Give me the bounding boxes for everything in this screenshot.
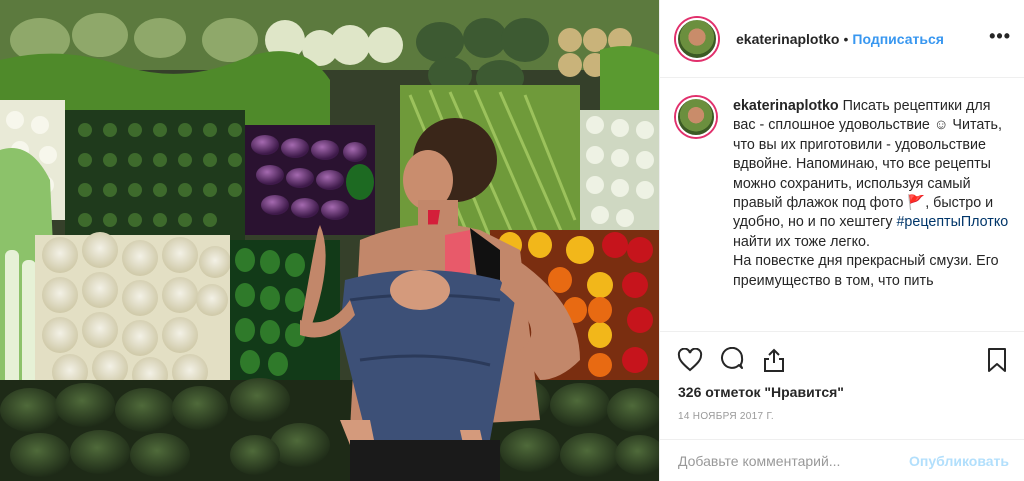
caption-author-avatar[interactable]	[676, 97, 716, 137]
photo-illustration	[0, 0, 659, 481]
author-avatar[interactable]	[676, 17, 718, 60]
follow-button[interactable]: Подписаться	[852, 31, 944, 47]
publish-button[interactable]: Опубликовать	[909, 453, 1009, 469]
post-side-panel: ekaterinaplotko • Подписаться ••• ekater…	[659, 0, 1024, 481]
action-icons	[676, 346, 788, 374]
bookmark-icon[interactable]	[983, 346, 1011, 374]
author-username[interactable]: ekaterinaplotko	[736, 31, 839, 47]
likes-count[interactable]: 326 отметок "Нравится"	[678, 384, 844, 400]
comments-list[interactable]: ekaterinaplotko Писать рецептики для вас…	[660, 79, 1024, 331]
caption-username[interactable]: ekaterinaplotko	[733, 98, 839, 114]
post-date[interactable]: 14 НОЯБРЯ 2017 Г.	[678, 411, 774, 422]
caption-text: ekaterinaplotko Писать рецептики для вас…	[733, 97, 1009, 291]
flag-emoji: 🚩	[907, 195, 926, 212]
caption-text-part4: На повестке дня прекрасный смузи. Его пр…	[733, 253, 999, 289]
separator-dot: •	[843, 30, 849, 47]
share-icon[interactable]	[760, 346, 788, 374]
comment-input[interactable]	[678, 452, 910, 469]
hashtag-link[interactable]: #рецептыПлотко	[896, 214, 1008, 230]
add-comment-bar: Опубликовать	[660, 439, 1024, 481]
heart-icon[interactable]	[676, 346, 704, 374]
caption-comment: ekaterinaplotko Писать рецептики для вас…	[676, 97, 1009, 291]
post-photo[interactable]	[0, 0, 659, 481]
comment-icon[interactable]	[718, 346, 746, 374]
more-options-icon[interactable]: •••	[989, 26, 1011, 47]
post-header: ekaterinaplotko • Подписаться •••	[660, 0, 1024, 78]
caption-text-part3: найти их тоже легко.	[733, 233, 870, 250]
